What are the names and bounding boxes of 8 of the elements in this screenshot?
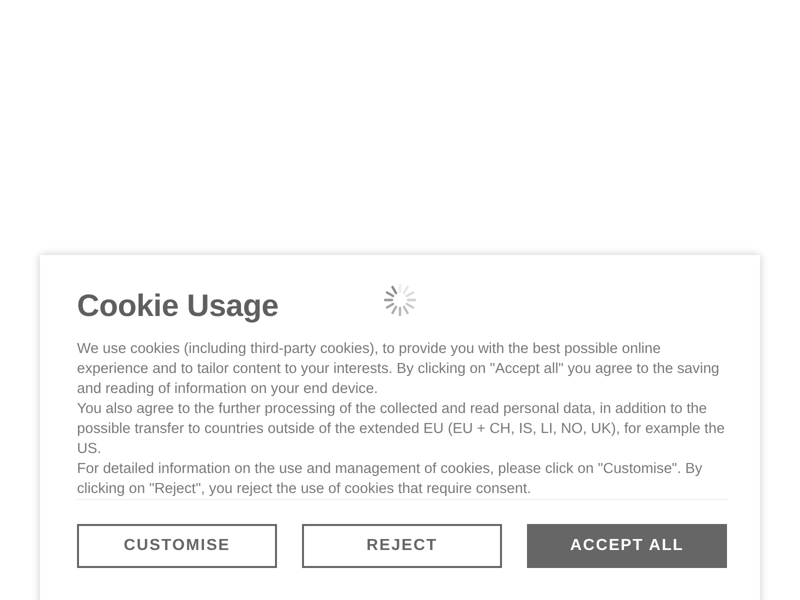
consent-paragraph: For detailed information on the use and management of cookies, please click on "Customise". By clicking on "Reject", you reject the use of cookies that require consent. bbox=[77, 460, 704, 499]
consent-paragraph: We use cookies (including third-party cookies), to provide you with the best possible online experience and to tailor content to your interests. By clicking on "Accept all" you agree to the saving and reading of information on your end device. bbox=[77, 340, 720, 399]
consent-paragraph: You also agree to the further processing of the collected and read personal data, in addition to the possible transfer to countries outside of the extended EU (EU + CH, IS, LI, NO, UK), for example the US. bbox=[77, 400, 726, 459]
accept-button[interactable]: ACCEPT ALL bbox=[527, 524, 727, 568]
dialog-title: Cookie Usage bbox=[77, 287, 278, 325]
loading-spinner-icon bbox=[384, 284, 416, 316]
option-button[interactable]: REJECT bbox=[302, 524, 502, 568]
option-button[interactable]: CUSTOMISE bbox=[77, 524, 277, 568]
